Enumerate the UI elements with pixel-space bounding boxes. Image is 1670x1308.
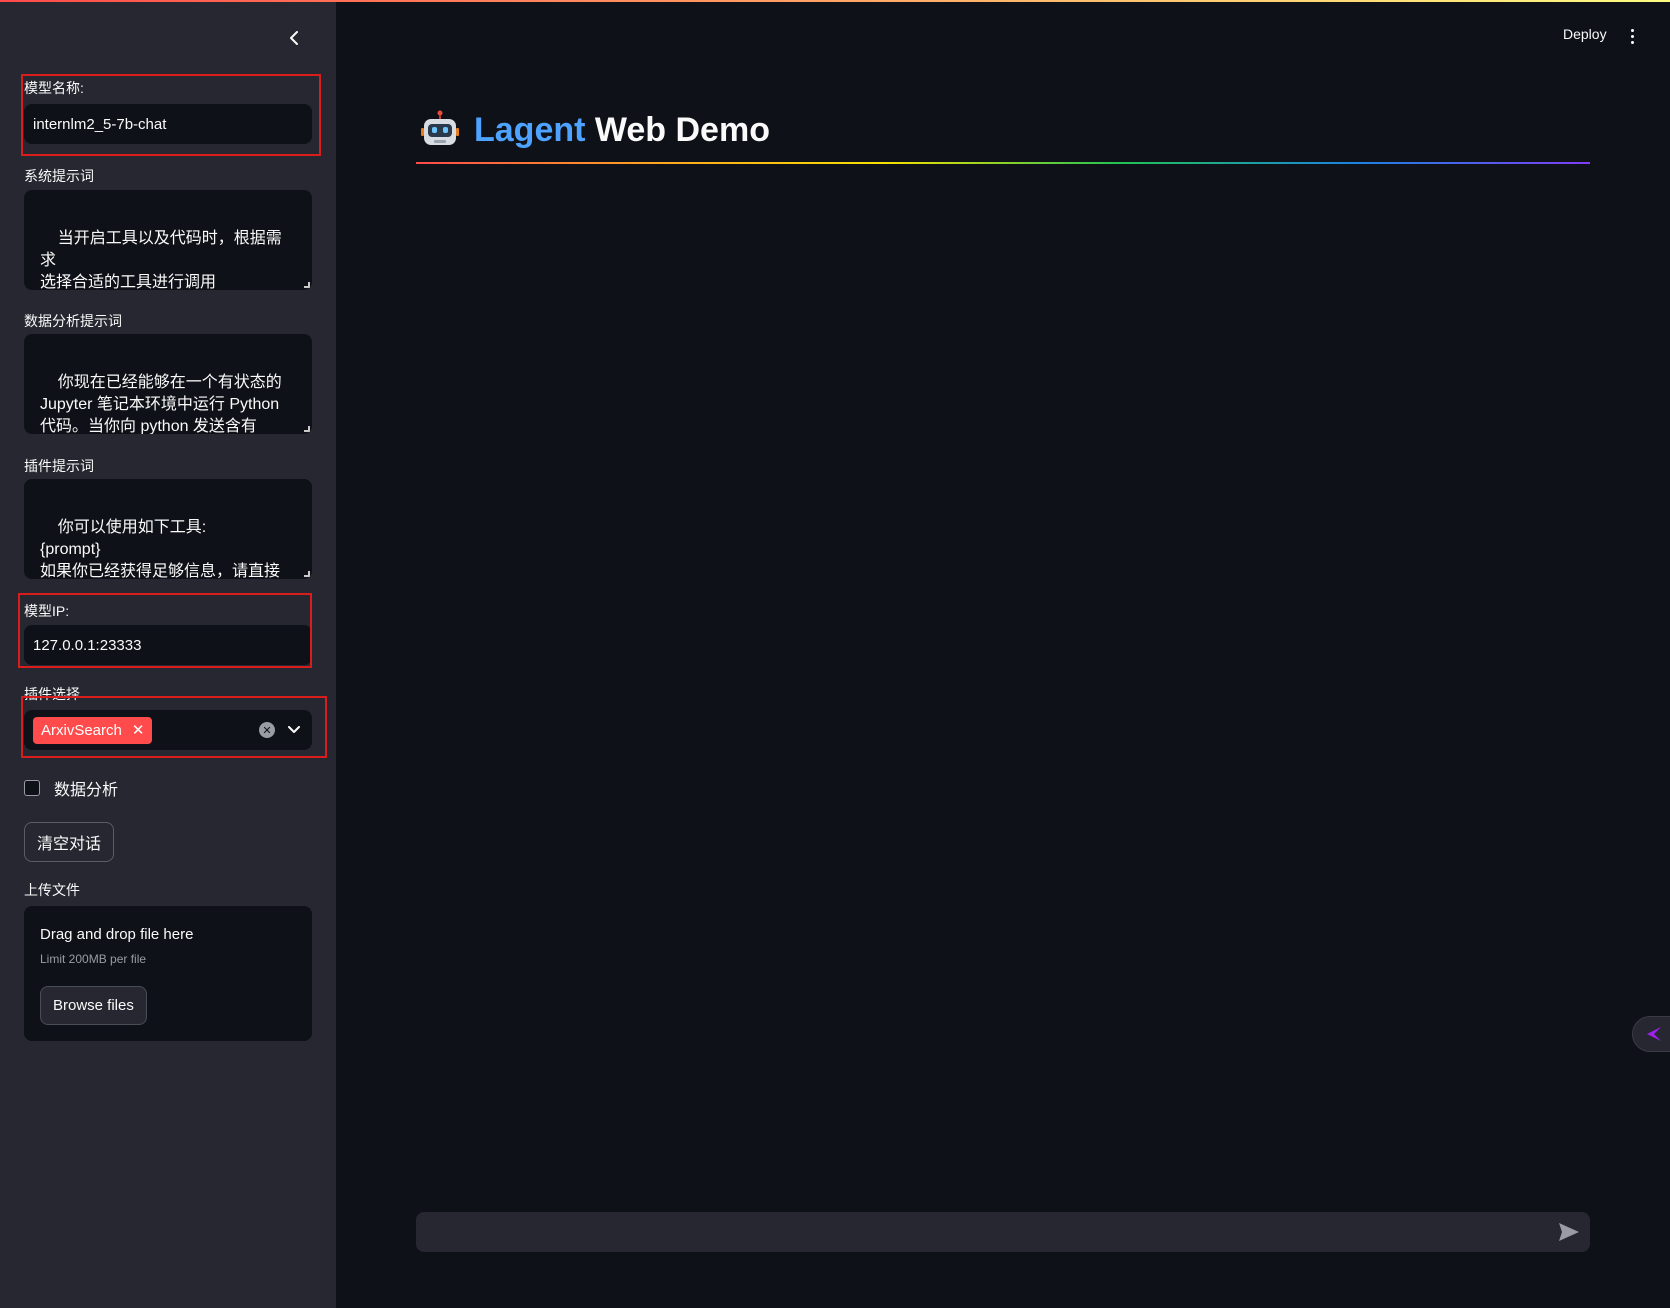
robot-icon bbox=[421, 110, 459, 145]
page-title-row: Lagent Web Demo bbox=[420, 110, 770, 150]
upload-label: 上传文件 bbox=[24, 882, 80, 898]
sidebar: 模型名称: 系统提示词 当开启工具以及代码时，根据需求 选择合适的工具进行调用 … bbox=[0, 0, 336, 1308]
model-ip-label: 模型IP: bbox=[24, 603, 70, 619]
send-icon[interactable] bbox=[1558, 1222, 1580, 1242]
extension-logo-icon bbox=[1647, 1027, 1661, 1041]
clear-conversation-button[interactable]: 清空对话 bbox=[24, 822, 115, 862]
title-divider bbox=[416, 162, 1590, 164]
plugin-tag: ArxivSearch ✕ bbox=[33, 717, 153, 744]
kebab-menu-icon[interactable] bbox=[1626, 26, 1638, 46]
data-analysis-checkbox-row[interactable]: 数据分析 bbox=[24, 776, 118, 800]
chat-input[interactable] bbox=[416, 1212, 1590, 1252]
floating-extension-button[interactable] bbox=[1632, 1016, 1670, 1052]
plugin-prompt-text: 你可以使用如下工具: {prompt} 如果你已经获得足够信息，请直接 给出答案… bbox=[40, 519, 281, 579]
top-decoration-bar bbox=[0, 0, 1670, 2]
data-analysis-prompt-textarea[interactable]: 你现在已经能够在一个有状态的 Jupyter 笔记本环境中运行 Python 代… bbox=[24, 334, 312, 434]
data-analysis-prompt-text: 你现在已经能够在一个有状态的 Jupyter 笔记本环境中运行 Python 代… bbox=[40, 374, 282, 434]
resize-handle-icon[interactable] bbox=[304, 282, 310, 288]
data-analysis-prompt-label: 数据分析提示词 bbox=[24, 313, 122, 329]
deploy-button[interactable]: Deploy bbox=[1563, 26, 1607, 42]
page-title-rest: Web Demo bbox=[585, 110, 770, 149]
resize-handle-icon[interactable] bbox=[304, 571, 310, 577]
system-prompt-text: 当开启工具以及代码时，根据需求 选择合适的工具进行调用 bbox=[40, 230, 282, 290]
resize-handle-icon[interactable] bbox=[304, 426, 310, 432]
plugin-prompt-textarea[interactable]: 你可以使用如下工具: {prompt} 如果你已经获得足够信息，请直接 给出答案… bbox=[24, 479, 312, 579]
dropdown-toggle[interactable] bbox=[284, 720, 304, 740]
plugin-tag-label: ArxivSearch bbox=[41, 722, 122, 739]
dropzone-title: Drag and drop file here bbox=[40, 926, 194, 943]
browse-files-button[interactable]: Browse files bbox=[40, 986, 147, 1025]
file-dropzone[interactable]: Drag and drop file here Limit 200MB per … bbox=[24, 906, 312, 1041]
system-prompt-textarea[interactable]: 当开启工具以及代码时，根据需求 选择合适的工具进行调用 bbox=[24, 190, 312, 290]
model-name-input[interactable] bbox=[24, 104, 312, 144]
plugin-select-label: 插件选择 bbox=[24, 686, 80, 702]
data-analysis-checkbox[interactable] bbox=[24, 780, 40, 796]
chevron-left-icon bbox=[290, 31, 298, 45]
chevron-down-icon bbox=[288, 726, 300, 733]
collapse-sidebar-button[interactable] bbox=[284, 26, 304, 50]
page-title-accent: Lagent bbox=[474, 110, 586, 149]
data-analysis-checkbox-label: 数据分析 bbox=[54, 782, 119, 799]
model-name-label: 模型名称: bbox=[24, 80, 84, 96]
page-title: Lagent Web Demo bbox=[474, 111, 770, 150]
clear-all-icon[interactable]: ✕ bbox=[259, 722, 275, 738]
remove-tag-icon[interactable]: ✕ bbox=[132, 723, 145, 738]
plugin-prompt-label: 插件提示词 bbox=[24, 458, 94, 474]
plugin-multiselect[interactable]: ArxivSearch ✕ ✕ bbox=[24, 710, 312, 750]
dropzone-limit: Limit 200MB per file bbox=[40, 952, 147, 966]
system-prompt-label: 系统提示词 bbox=[24, 168, 94, 184]
model-ip-input[interactable] bbox=[24, 625, 312, 665]
